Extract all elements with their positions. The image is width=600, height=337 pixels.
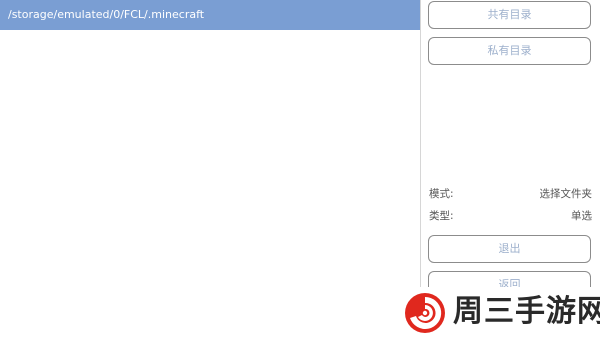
watermark-text: 周三手游网	[453, 294, 600, 329]
type-row: 类型: 单选	[429, 208, 592, 224]
mode-value: 选择文件夹	[539, 188, 593, 200]
public-directory-button[interactable]: 共有目录	[428, 1, 591, 29]
swirl-logo-icon	[405, 293, 445, 333]
file-list-pane: /storage/emulated/0/FCL/.minecraft	[0, 0, 420, 337]
current-path-text: /storage/emulated/0/FCL/.minecraft	[8, 8, 205, 21]
private-directory-button[interactable]: 私有目录	[428, 37, 591, 65]
current-path-row[interactable]: /storage/emulated/0/FCL/.minecraft	[0, 0, 420, 30]
watermark: 周三手游网	[395, 287, 600, 337]
type-label: 类型:	[429, 210, 454, 222]
type-value: 单选	[571, 210, 592, 222]
exit-button[interactable]: 退出	[428, 235, 591, 263]
mode-row: 模式: 选择文件夹	[429, 186, 592, 202]
mode-label: 模式:	[429, 188, 454, 200]
